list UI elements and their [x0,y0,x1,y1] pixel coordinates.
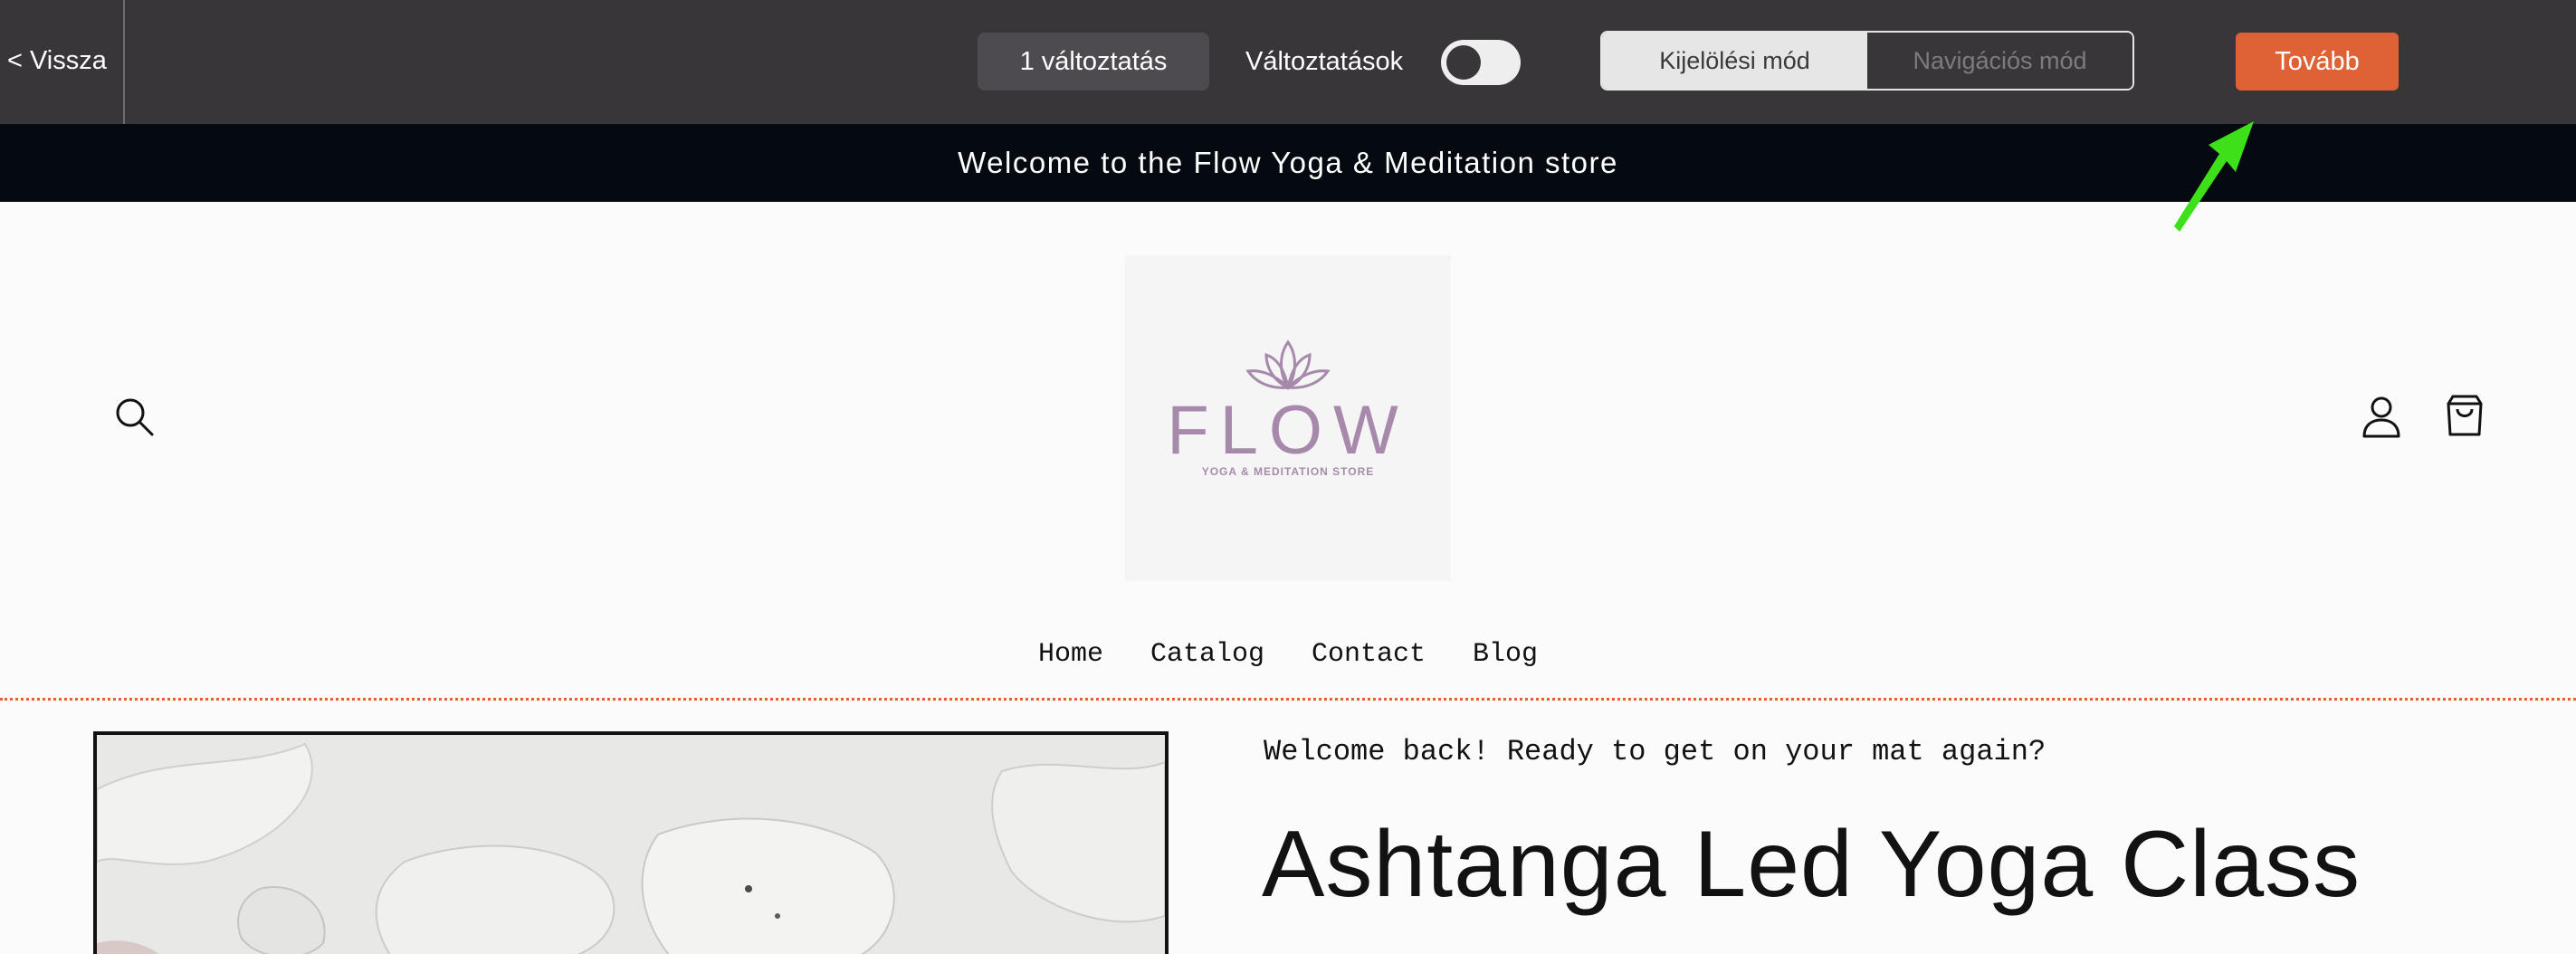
changes-count-button[interactable]: 1 változtatás [978,33,1209,91]
toolbar-divider [123,0,125,124]
account-icon[interactable] [2361,395,2402,440]
nav-item-contact[interactable]: Contact [1312,632,1426,677]
welcome-text: Welcome back! Ready to get on your mat a… [1264,735,2046,768]
guide-arrow-icon [2174,121,2254,232]
back-button[interactable]: < Vissza [7,38,107,83]
store-logo[interactable]: FLOW YOGA & MEDITATION STORE [1125,255,1451,581]
logo-title: FLOW [1167,392,1409,469]
mode-switch: Kijelölési mód Navigációs mód [1600,31,2134,91]
navigation-mode-button[interactable]: Navigációs mód [1867,33,2132,89]
changes-toggle-label: Változtatások [1245,47,1404,76]
main-navigation: Home Catalog Contact Blog [0,632,2576,677]
search-icon[interactable] [112,395,157,440]
logo-tagline: YOGA & MEDITATION STORE [1201,465,1375,478]
selection-mode-button[interactable]: Kijelölési mód [1602,33,1867,89]
editor-toolbar: < Vissza 1 változtatás Változtatások Kij… [0,0,2576,124]
nav-item-blog[interactable]: Blog [1473,632,1538,677]
next-button[interactable]: Tovább [2236,33,2399,91]
changes-toggle[interactable] [1441,40,1521,85]
plaster-texture-image [97,735,1165,954]
cart-icon[interactable] [2444,393,2485,438]
product-title: Ashtanga Led Yoga Class [1262,812,2361,917]
selection-highlight-divider [0,698,2576,701]
nav-item-home[interactable]: Home [1038,632,1103,677]
nav-item-catalog[interactable]: Catalog [1150,632,1264,677]
product-image [93,731,1169,954]
toggle-knob [1446,45,1481,80]
lotus-icon [1245,339,1331,390]
